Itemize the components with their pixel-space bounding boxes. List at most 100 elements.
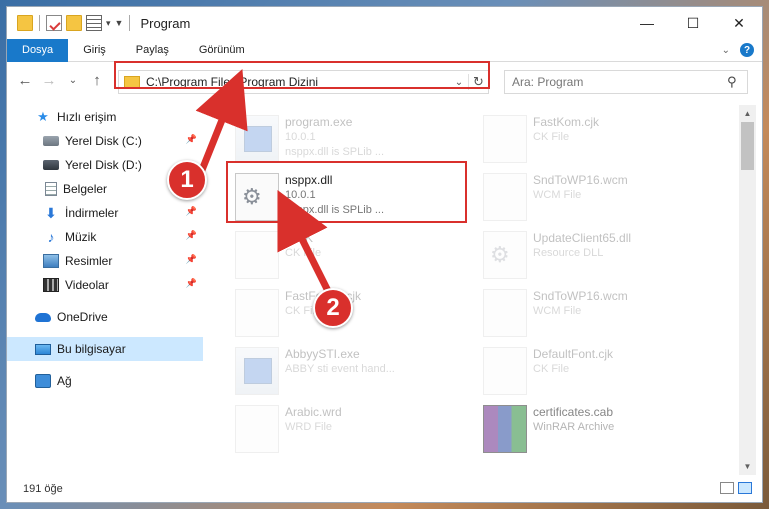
close-button[interactable]: ✕ xyxy=(716,7,762,39)
file-name: AbbyySTI.exe xyxy=(285,347,360,361)
pin-icon[interactable]: 📌 xyxy=(186,254,197,265)
sidebar-item-local-disk-c[interactable]: Yerel Disk (C:) 📌 xyxy=(7,129,203,153)
file-item[interactable]: AbbyySTI.exe ABBY sti event hand... xyxy=(231,343,465,401)
pin-icon[interactable]: 📌 xyxy=(186,230,197,241)
file-type: ABBY sti event hand... xyxy=(285,363,395,375)
archive-file-icon xyxy=(483,405,527,453)
sidebar-item-this-pc[interactable]: Bu bilgisayar xyxy=(7,337,203,361)
tab-file[interactable]: Dosya xyxy=(7,38,69,62)
maximize-button[interactable]: ☐ xyxy=(670,7,716,39)
file-highlight xyxy=(226,161,467,223)
search-icon[interactable]: ⚲ xyxy=(727,74,747,90)
scroll-down-icon[interactable]: ▼ xyxy=(739,458,756,475)
file-name: Arabic.wrd xyxy=(285,405,342,419)
file-item[interactable]: DefaultFont.cjk CK File xyxy=(479,343,713,401)
file-description: nsppx.dll is SPLib ... xyxy=(285,146,385,158)
file-type: WCM File xyxy=(533,189,582,201)
ribbon-right: ⌄ ? xyxy=(722,43,754,57)
tab-share[interactable]: Paylaş xyxy=(121,39,184,62)
folder-icon xyxy=(17,15,33,31)
help-icon[interactable]: ? xyxy=(740,43,754,57)
computer-icon xyxy=(35,343,51,355)
chevron-down-icon[interactable]: ▾ xyxy=(106,18,111,29)
file-version: 10.0.1 xyxy=(285,131,316,143)
new-folder-icon[interactable] xyxy=(66,15,82,31)
sidebar-item-music[interactable]: ♪ Müzik 📌 xyxy=(7,225,203,249)
search-box[interactable]: Ara: Program ⚲ xyxy=(504,70,748,94)
sidebar-item-onedrive[interactable]: OneDrive xyxy=(7,305,203,329)
file-name: certificates.cab xyxy=(533,405,614,419)
file-icon xyxy=(483,115,527,163)
sidebar-item-label: Yerel Disk (C:) xyxy=(65,134,142,148)
file-item[interactable]: Arabic.wrd WRD File xyxy=(231,401,465,459)
back-button[interactable]: ← xyxy=(13,72,37,89)
sidebar-item-network[interactable]: Ağ xyxy=(7,369,203,393)
view-toggle xyxy=(720,482,752,494)
file-type: WinRAR Archive xyxy=(533,421,615,433)
picture-icon xyxy=(43,254,59,268)
video-icon xyxy=(43,278,59,292)
divider xyxy=(129,15,131,31)
sidebar-item-label: Yerel Disk (D:) xyxy=(65,158,142,172)
file-item[interactable]: certificates.cab WinRAR Archive xyxy=(479,401,713,459)
file-type: CK File xyxy=(285,247,322,259)
forward-button[interactable]: → xyxy=(37,72,61,89)
file-name: DefaultFont.cjk xyxy=(533,347,614,361)
star-icon: ★ xyxy=(37,109,49,124)
tiles-view-icon[interactable] xyxy=(738,482,752,494)
file-item[interactable]: ErSK CK File xyxy=(231,227,465,285)
cloud-icon xyxy=(35,312,51,322)
scroll-up-icon[interactable]: ▲ xyxy=(739,105,756,122)
file-item[interactable]: SndToWP16.wcm WCM File xyxy=(479,169,713,227)
file-icon xyxy=(235,405,279,453)
status-bar: 191 öğe xyxy=(7,475,762,503)
divider xyxy=(39,15,40,31)
file-name: SndToWP16.wcm xyxy=(533,289,628,303)
file-name: program.exe xyxy=(285,115,353,129)
sidebar-item-label: Belgeler xyxy=(63,182,108,196)
quick-access-toolbar: ▾ ▼ xyxy=(7,7,132,39)
scroll-thumb[interactable] xyxy=(741,122,754,170)
download-icon: ⬇ xyxy=(45,205,57,221)
sidebar-item-downloads[interactable]: ⬇ İndirmeler 📌 xyxy=(7,201,203,225)
sidebar-item-quick-access[interactable]: ★ Hızlı erişim xyxy=(7,105,203,129)
item-count: 191 öğe xyxy=(23,483,63,495)
file-item[interactable]: UpdateClient65.dll Resource DLL xyxy=(479,227,713,285)
up-button[interactable]: ↑ xyxy=(85,72,109,89)
pin-icon[interactable]: 📌 xyxy=(186,134,197,145)
file-item[interactable]: FastKom.cjk CK File xyxy=(479,111,713,169)
file-type: WCM File xyxy=(533,305,582,317)
tab-home[interactable]: Giriş xyxy=(68,39,121,62)
exe-file-icon xyxy=(235,347,279,395)
recent-locations-icon[interactable]: ⌄ xyxy=(61,75,85,86)
expand-ribbon-icon[interactable]: ⌄ xyxy=(722,45,730,56)
file-item[interactable]: SndToWP16.wcm WCM File xyxy=(479,285,713,343)
file-name: ErSK xyxy=(285,231,314,245)
file-type: Resource DLL xyxy=(533,247,604,259)
document-icon xyxy=(45,182,57,196)
file-name: UpdateClient65.dll xyxy=(533,231,632,245)
pin-icon[interactable]: 📌 xyxy=(186,278,197,289)
file-icon xyxy=(483,173,527,221)
details-view-icon[interactable] xyxy=(720,482,734,494)
navigation-pane: ★ Hızlı erişim Yerel Disk (C:) 📌 Yerel D… xyxy=(7,105,203,475)
properties-icon[interactable] xyxy=(46,15,62,31)
view-icon[interactable] xyxy=(86,15,102,31)
disk-icon xyxy=(43,160,59,170)
pin-icon[interactable]: 📌 xyxy=(186,206,197,217)
window-controls: — ☐ ✕ xyxy=(624,7,762,39)
search-input[interactable]: Ara: Program xyxy=(512,75,727,89)
sidebar-item-label: İndirmeler xyxy=(65,206,119,220)
file-icon xyxy=(483,347,527,395)
file-icon xyxy=(483,289,527,337)
sidebar-item-pictures[interactable]: Resimler 📌 xyxy=(7,249,203,273)
disk-icon xyxy=(43,136,59,146)
sidebar-item-label: Bu bilgisayar xyxy=(57,342,126,356)
vertical-scrollbar[interactable]: ▲ ▼ xyxy=(739,105,756,475)
customize-toolbar-icon[interactable]: ▼ xyxy=(115,18,124,28)
tab-view[interactable]: Görünüm xyxy=(184,39,260,62)
file-icon xyxy=(235,289,279,337)
sidebar-item-videos[interactable]: Videolar 📌 xyxy=(7,273,203,297)
sidebar-item-label: Videolar xyxy=(65,278,109,292)
minimize-button[interactable]: — xyxy=(624,7,670,39)
